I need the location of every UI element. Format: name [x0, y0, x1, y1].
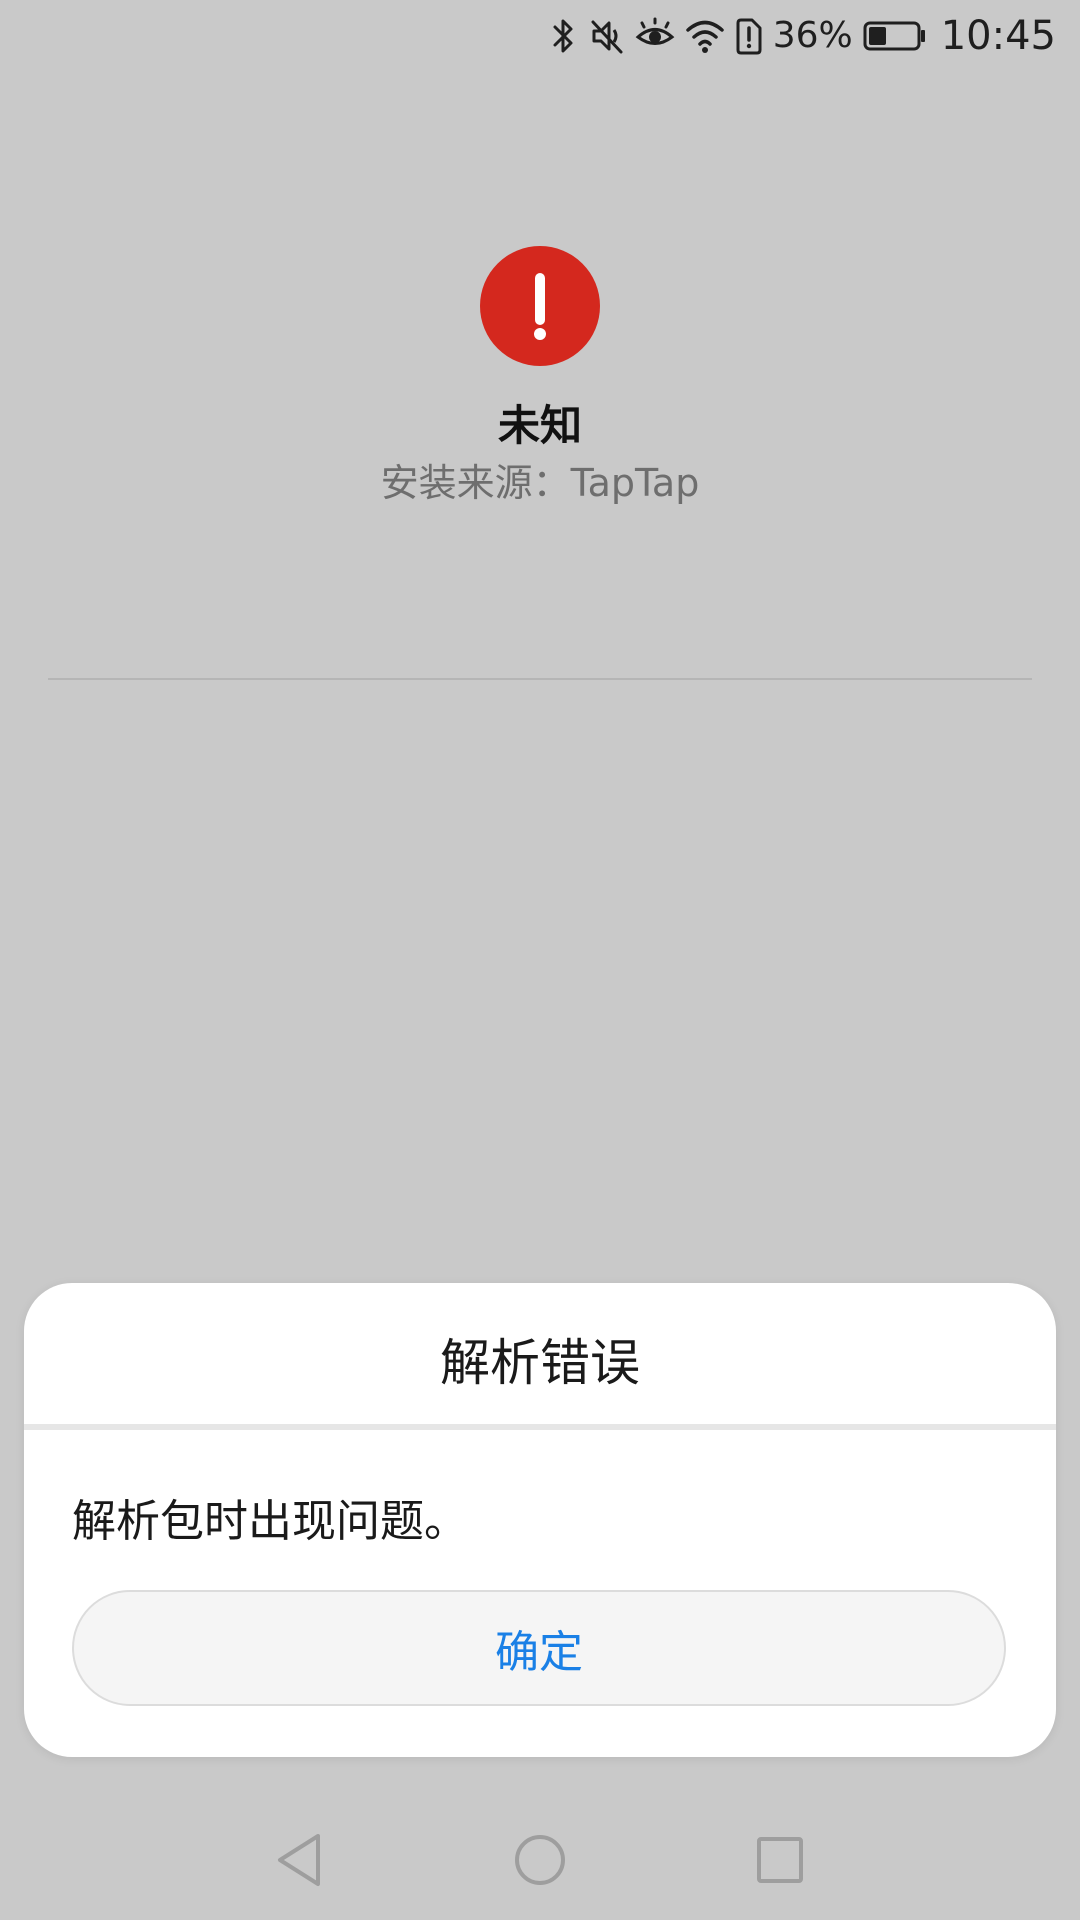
- alert-icon: [480, 246, 600, 366]
- mute-icon: [589, 16, 625, 56]
- install-source: 安装来源：TapTap: [380, 461, 700, 505]
- navigation-bar: [0, 1800, 1080, 1920]
- clock: 10:45: [940, 13, 1056, 59]
- bluetooth-icon: [549, 16, 579, 56]
- sim-alert-icon: [735, 16, 763, 56]
- eye-comfort-icon: [635, 16, 675, 56]
- battery-icon: [863, 16, 927, 56]
- home-icon[interactable]: [505, 1825, 575, 1895]
- screen: 36% 10:45 未知 安装来源：TapTap 解析错误 解析包时出现问题。 …: [0, 0, 1080, 1920]
- status-bar: 36% 10:45: [0, 0, 1080, 72]
- app-name: 未知: [497, 401, 582, 450]
- battery-percent: 36%: [772, 15, 853, 56]
- wifi-icon: [685, 16, 725, 56]
- dialog-title: 解析错误: [440, 1334, 640, 1392]
- status-icons: 36% 10:45: [549, 12, 1056, 60]
- dialog-divider: [24, 1424, 1056, 1430]
- dialog-message: 解析包时出现问题。: [72, 1496, 468, 1547]
- recents-icon[interactable]: [745, 1825, 815, 1895]
- ok-button[interactable]: 确定: [72, 1590, 1006, 1706]
- divider: [48, 678, 1032, 680]
- back-icon[interactable]: [265, 1825, 335, 1895]
- parse-error-dialog: 解析错误 解析包时出现问题。 确定: [24, 1283, 1056, 1757]
